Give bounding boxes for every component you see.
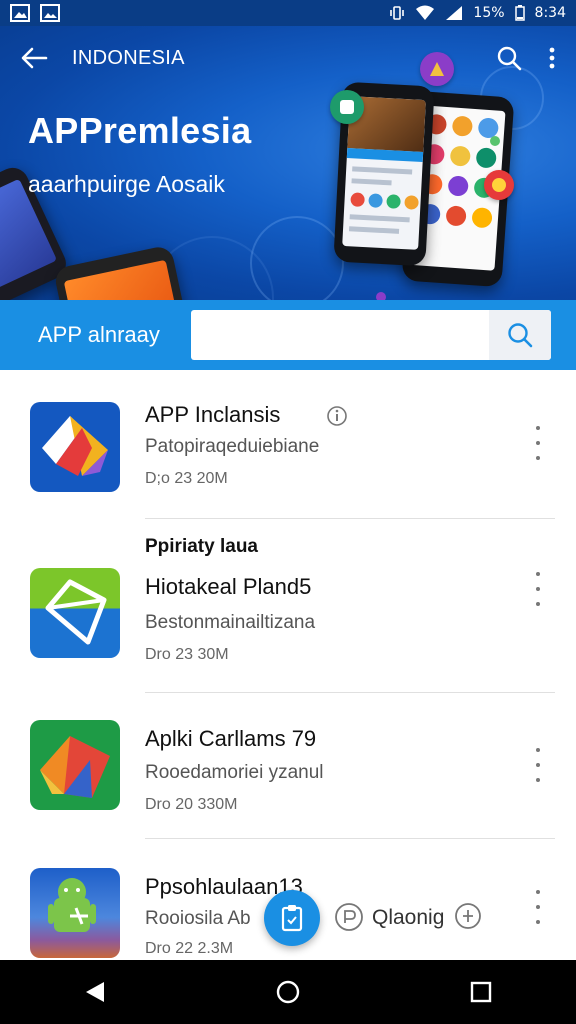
search-icon[interactable] [496,45,522,71]
image-notification-icon [40,4,60,22]
circle-action-icon[interactable] [454,902,482,930]
app-icon [30,868,120,958]
app-meta: Dro 20 330M [145,796,238,813]
search-box [191,310,551,360]
status-bar: 15% 8:34 [0,0,576,26]
system-icons: 15% 8:34 [389,5,566,21]
app-description: Patopiraqeduiebiane [145,436,320,457]
app-bubble-icon [484,170,514,200]
battery-percent: 15% [473,5,505,21]
section-header: Ppiriaty laua [145,536,258,557]
notification-icons [10,4,60,22]
more-vert-icon[interactable] [528,572,548,606]
fab-clipboard-button[interactable] [264,890,320,946]
decor-dot [376,292,386,300]
app-icon [30,720,120,810]
more-vert-icon[interactable] [528,890,548,924]
circle-action-icon[interactable] [334,902,364,932]
search-bar: APP alnraay [0,300,576,370]
navigation-bar [0,960,576,1024]
more-vert-icon[interactable] [548,46,556,70]
app-description: Bestonmainailtizana [145,612,316,633]
wifi-icon [416,5,435,20]
hero-subtitle: aaarhpuirge Aosaik [28,171,225,197]
app-name: Hiotakeal Pland5 [145,574,312,599]
divider [145,518,555,519]
hero-title: APPremlesia [28,110,252,151]
app-icon [30,568,120,658]
clock: 8:34 [534,5,566,21]
app-name: APP Inclansis [145,402,281,427]
app-meta: D;o 23 20M [145,470,228,487]
battery-icon [514,5,525,21]
signal-icon [446,6,463,20]
search-button[interactable] [489,310,551,360]
gallery-notification-icon [10,4,30,22]
app-meta: Dro 23 30M [145,646,229,663]
search-label: APP alnraay [38,322,160,347]
recents-nav-icon[interactable] [470,981,492,1003]
more-vert-icon[interactable] [528,426,548,460]
app-description: Rooedamoriei yzanul [145,762,324,783]
back-nav-icon[interactable] [84,980,106,1004]
search-input[interactable] [191,310,491,360]
search-icon [508,323,533,348]
app-list: APP Inclansis Patopiraqeduiebiane D;o 23… [0,370,576,960]
info-icon[interactable] [326,405,348,427]
decorative-phone-bottom [52,244,188,300]
divider [145,692,555,693]
app-description: Rooiosila Ab [145,908,251,929]
decor-dot [490,136,500,146]
clipboard-icon [281,905,303,932]
app-name: Aplki Carllams 79 [145,726,317,751]
home-nav-icon[interactable] [275,979,301,1005]
app-toolbar: INDONESIA [0,26,576,90]
app-meta: Dro 22 2.3M [145,940,234,957]
overlay-text: Qlaonig [372,906,445,929]
more-vert-icon[interactable] [528,748,548,782]
app-bubble-icon [420,52,454,86]
vibrate-icon [390,6,405,20]
app-icon [30,402,120,492]
divider [145,838,555,839]
hero-banner: INDONESIA APPremlesia aaarhpuirge Aosaik [0,26,576,300]
back-arrow-icon[interactable] [20,46,48,70]
app-bubble-icon [330,90,364,124]
